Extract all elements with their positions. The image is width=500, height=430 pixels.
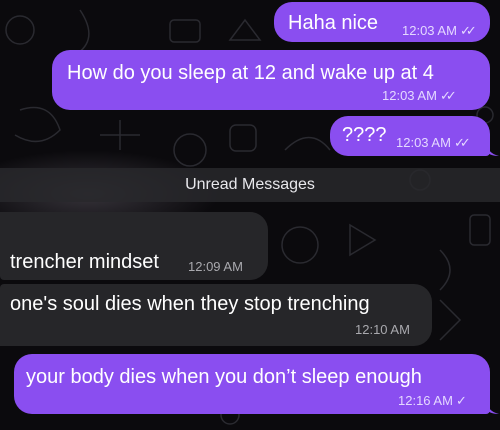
message-time: 12:03 AM	[402, 23, 457, 38]
read-receipt-icon: ✓✓	[453, 135, 471, 150]
message-bubble-outgoing[interactable]: Haha nice 12:03 AM ✓✓	[274, 2, 490, 42]
message-meta: 12:09 AM	[188, 259, 243, 275]
message-time: 12:09 AM	[188, 259, 243, 274]
message-time: 12:16 AM	[398, 393, 453, 408]
message-meta: 12:16 AM ✓	[398, 393, 467, 409]
bubble-tail	[487, 142, 499, 156]
message-meta: 12:03 AM ✓✓	[382, 88, 457, 104]
sent-check-icon: ✓	[455, 393, 467, 408]
message-text: ????	[342, 124, 387, 146]
message-text: your body dies when you don’t sleep enou…	[26, 366, 422, 388]
message-text: How do you sleep at 12 and wake up at 4	[67, 62, 434, 84]
message-bubble-outgoing[interactable]: How do you sleep at 12 and wake up at 4 …	[52, 50, 490, 110]
read-receipt-icon: ✓✓	[459, 23, 477, 38]
message-time: 12:03 AM	[382, 88, 437, 103]
read-receipt-icon: ✓✓	[439, 88, 457, 103]
message-bubble-incoming[interactable]: trencher mindset 12:09 AM	[0, 212, 268, 280]
message-text: one's soul dies when they stop trenching	[10, 293, 370, 315]
message-meta: 12:10 AM	[355, 322, 410, 338]
message-meta: 12:03 AM ✓✓	[396, 135, 471, 151]
message-time: 12:03 AM	[396, 135, 451, 150]
message-bubble-outgoing[interactable]: your body dies when you don’t sleep enou…	[14, 354, 490, 414]
unread-messages-label: Unread Messages	[185, 176, 315, 193]
message-time: 12:10 AM	[355, 322, 410, 337]
message-text: trencher mindset	[10, 251, 159, 273]
bubble-tail	[487, 400, 499, 414]
message-text: Haha nice	[288, 12, 379, 34]
message-bubble-incoming[interactable]: one's soul dies when they stop trenching…	[0, 284, 432, 346]
message-bubble-outgoing[interactable]: ???? 12:03 AM ✓✓	[330, 116, 490, 156]
message-meta: 12:03 AM ✓✓	[402, 23, 477, 39]
unread-messages-divider: Unread Messages	[0, 168, 500, 202]
